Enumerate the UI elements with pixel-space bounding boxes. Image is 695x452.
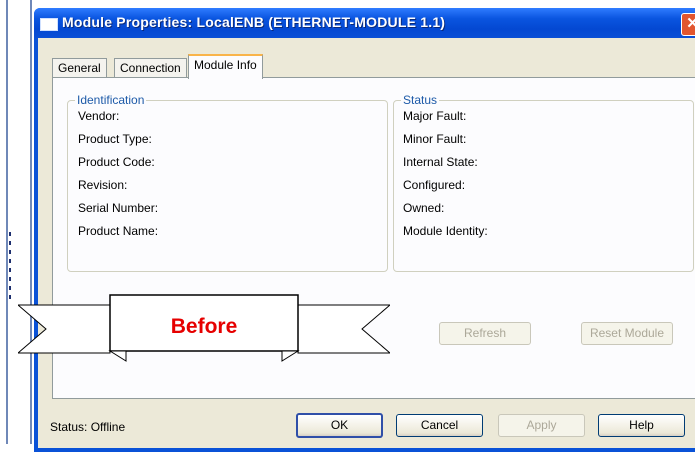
divider [30,0,32,444]
field-revision: Revision: [78,178,128,192]
status-group: Status Major Fault: Minor Fault: Interna… [393,93,694,272]
field-major-fault: Major Fault: [403,109,467,123]
tab-module-info[interactable]: Module Info [188,54,263,79]
dotted-marker [9,232,11,302]
help-button[interactable]: Help [598,414,685,437]
field-product-code: Product Code: [78,155,155,169]
field-vendor: Vendor: [78,109,120,123]
field-serial-number: Serial Number: [78,201,159,215]
status-group-title: Status [401,93,440,107]
field-product-name: Product Name: [78,224,159,238]
divider [6,0,8,444]
background-strip [0,0,34,444]
field-configured: Configured: [403,178,466,192]
window-icon [40,18,58,31]
ok-button[interactable]: OK [296,413,383,438]
cancel-button[interactable]: Cancel [396,414,483,437]
tab-general[interactable]: General [52,58,107,77]
field-internal-state: Internal State: [403,155,478,169]
identification-group: Identification Vendor: Product Type: Pro… [67,93,388,272]
field-owned: Owned: [403,201,445,215]
reset-module-button[interactable]: Reset Module [581,322,673,345]
tab-connection[interactable]: Connection [114,58,187,77]
field-product-type: Product Type: [78,132,152,146]
identification-group-title: Identification [75,93,147,107]
status-bar-text: Status: Offline [50,420,126,434]
title-bar[interactable]: Module Properties: LocalENB (ETHERNET-MO… [34,8,695,38]
close-button[interactable]: ✕ [681,13,695,36]
window-title: Module Properties: LocalENB (ETHERNET-MO… [62,14,446,30]
field-minor-fault: Minor Fault: [403,132,467,146]
refresh-button[interactable]: Refresh [439,322,531,345]
before-label: Before [170,315,238,338]
dialog-client: General Connection Module Info Identific… [38,38,695,448]
module-properties-window: Module Properties: LocalENB (ETHERNET-MO… [34,8,695,452]
before-annotation-ribbon: Before [16,293,392,363]
field-module-identity: Module Identity: [403,224,488,238]
apply-button[interactable]: Apply [498,414,585,437]
